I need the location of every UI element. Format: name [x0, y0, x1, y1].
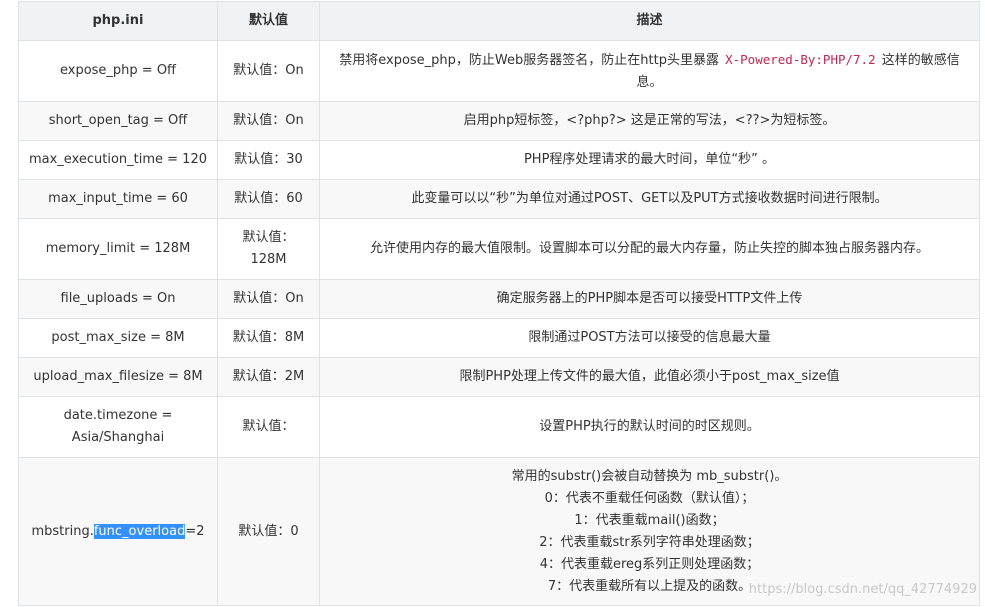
- setting-default: 默认值：On: [217, 101, 320, 141]
- setting-key: mbstring.func_overload=2: [18, 457, 218, 606]
- setting-default: 默认值：60: [217, 179, 320, 219]
- table-row: short_open_tag = Off 默认值：On 启用php短标签，<?p…: [18, 101, 980, 141]
- setting-description: PHP程序处理请求的最大时间，单位“秒” 。: [319, 140, 980, 180]
- setting-key: max_input_time = 60: [18, 179, 218, 219]
- setting-key: max_execution_time = 120: [18, 140, 218, 180]
- header-description: 描述: [319, 1, 980, 41]
- table-row: max_execution_time = 120 默认值：30 PHP程序处理请…: [18, 140, 980, 180]
- setting-default: 默认值：0: [217, 457, 320, 606]
- setting-key-line: date.timezone =: [63, 408, 173, 423]
- setting-default: 默认值：30: [217, 140, 320, 180]
- description-line: 0：代表不重载任何函数（默认值）；: [544, 490, 755, 506]
- setting-key-suffix: =2: [185, 523, 205, 539]
- setting-key-line: Asia/Shanghai: [71, 430, 165, 445]
- setting-description: 此变量可以以“秒”为单位对通过POST、GET以及PUT方式接收数据时间进行限制…: [319, 179, 980, 219]
- default-value: 128M: [250, 252, 287, 267]
- setting-key: expose_php = Off: [18, 40, 218, 102]
- watermark: https://blog.csdn.net/qq_42774929: [748, 582, 977, 597]
- header-php-ini: php.ini: [18, 1, 218, 41]
- setting-description: 限制通过POST方法可以接受的信息最大量: [319, 318, 980, 358]
- description-line: 2：代表重载str系列字符串处理函数；: [539, 534, 760, 550]
- description-text: 禁用将expose_php，防止Web服务器签名，防止在http头里暴露: [339, 52, 719, 68]
- header-default: 默认值: [217, 1, 320, 41]
- setting-description: 确定服务器上的PHP脚本是否可以接受HTTP文件上传: [319, 279, 980, 319]
- setting-description: 启用php短标签，<?php?> 这是正常的写法，<??>为短标签。: [319, 101, 980, 141]
- setting-key: date.timezone = Asia/Shanghai: [18, 396, 218, 458]
- setting-default: 默认值： 128M: [217, 218, 320, 280]
- setting-description: 设置PHP执行的默认时间的时区规则。: [319, 396, 980, 458]
- setting-key: file_uploads = On: [18, 279, 218, 319]
- setting-key-prefix: mbstring.: [31, 523, 94, 539]
- inline-code: X-Powered-By:PHP/7.2: [725, 51, 876, 67]
- setting-default: 默认值：On: [217, 279, 320, 319]
- table-row: post_max_size = 8M 默认值：8M 限制通过POST方法可以接受…: [18, 318, 980, 358]
- setting-default: 默认值：8M: [217, 318, 320, 358]
- default-label: 默认值：: [242, 230, 295, 245]
- table-row: max_input_time = 60 默认值：60 此变量可以以“秒”为单位对…: [18, 179, 980, 219]
- table-row: upload_max_filesize = 8M 默认值：2M 限制PHP处理上…: [18, 357, 980, 397]
- php-ini-table: php.ini 默认值 描述 expose_php = Off 默认值：On 禁…: [18, 1, 980, 606]
- description-line: 常用的substr()会被自动替换为 mb_substr()。: [511, 468, 788, 484]
- table-row: date.timezone = Asia/Shanghai 默认值： 设置PHP…: [18, 396, 980, 458]
- table-row: expose_php = Off 默认值：On 禁用将expose_php，防止…: [18, 40, 980, 102]
- setting-key: post_max_size = 8M: [18, 318, 218, 358]
- selected-text[interactable]: func_overload: [93, 523, 186, 539]
- table-row: memory_limit = 128M 默认值： 128M 允许使用内存的最大值…: [18, 218, 980, 280]
- setting-description: 禁用将expose_php，防止Web服务器签名，防止在http头里暴露 X-P…: [319, 40, 980, 102]
- description-line: 4：代表重载ereg系列正则处理函数；: [539, 556, 760, 572]
- setting-key: upload_max_filesize = 8M: [18, 357, 218, 397]
- table-row: file_uploads = On 默认值：On 确定服务器上的PHP脚本是否可…: [18, 279, 980, 319]
- setting-default: 默认值：: [217, 396, 320, 458]
- setting-default: 默认值：On: [217, 40, 320, 102]
- setting-description: 允许使用内存的最大值限制。设置脚本可以分配的最大内存量，防止失控的脚本独占服务器…: [319, 218, 980, 280]
- setting-key: short_open_tag = Off: [18, 101, 218, 141]
- setting-default: 默认值：2M: [217, 357, 320, 397]
- description-line: 1：代表重载mail()函数；: [574, 512, 725, 528]
- setting-key: memory_limit = 128M: [18, 218, 218, 280]
- setting-description: 限制PHP处理上传文件的最大值，此值必须小于post_max_size值: [319, 357, 980, 397]
- table-header-row: php.ini 默认值 描述: [18, 1, 980, 41]
